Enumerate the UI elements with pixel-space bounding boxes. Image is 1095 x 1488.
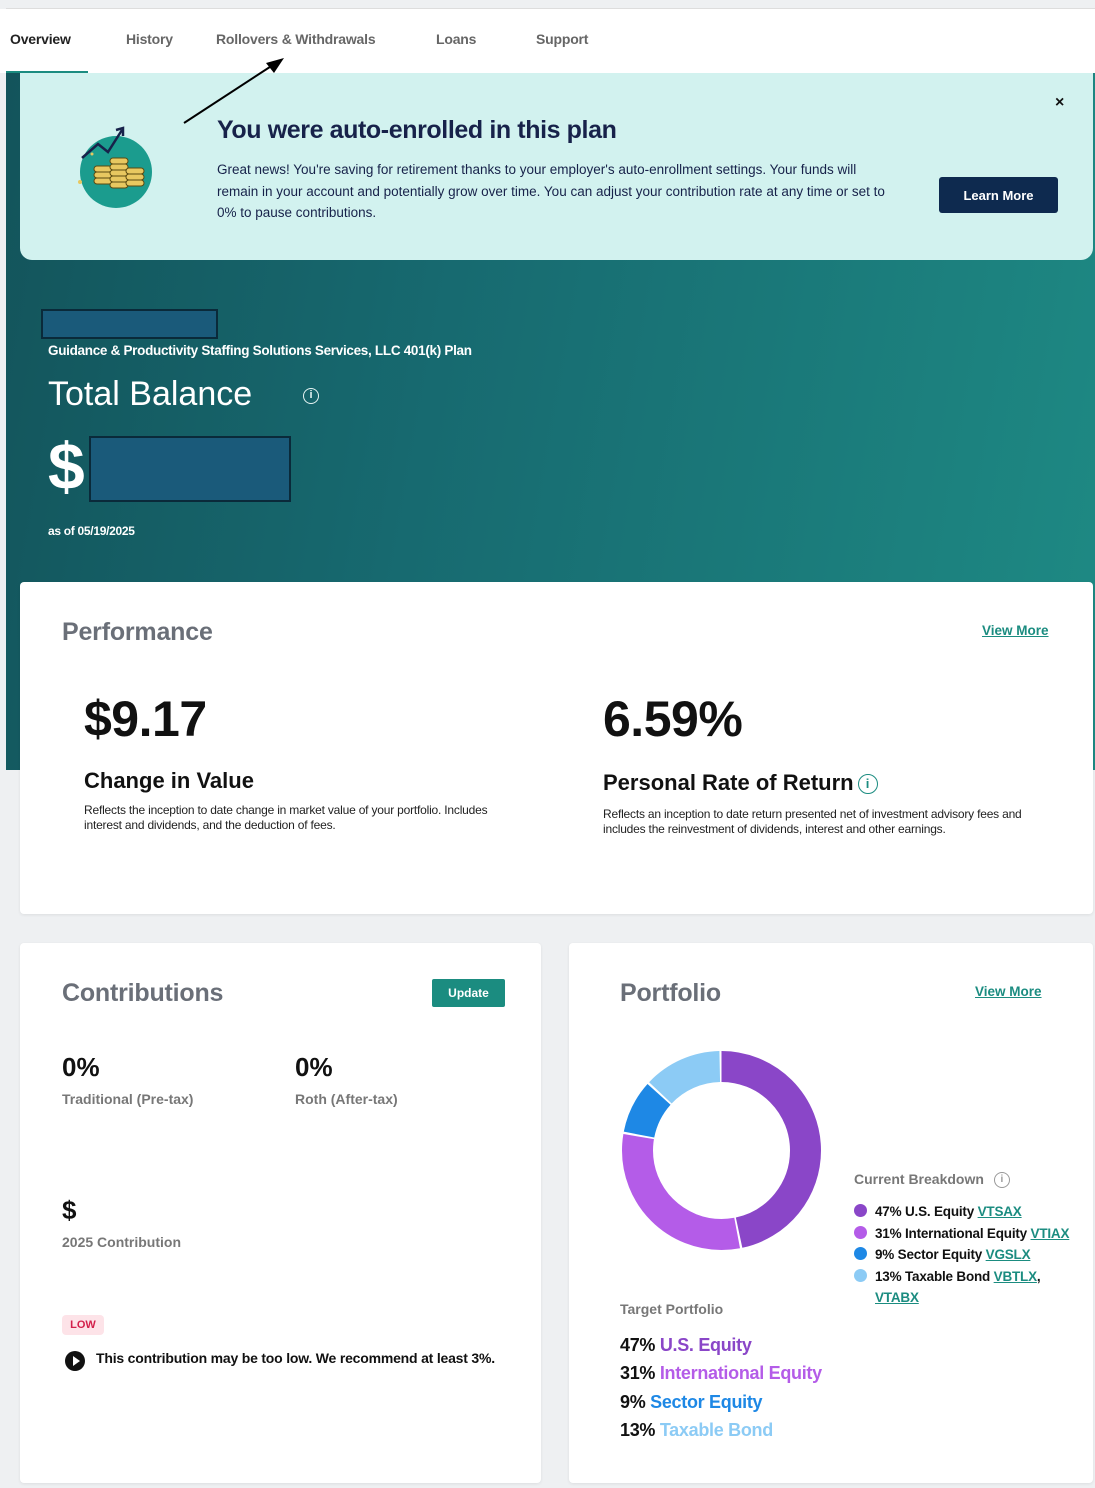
target-allocation-percent: 13% <box>620 1420 660 1440</box>
balance-currency-symbol: $ <box>48 429 85 503</box>
fund-ticker-link[interactable]: VTSAX <box>978 1204 1022 1219</box>
current-breakdown-label: Current Breakdown <box>854 1171 984 1187</box>
learn-more-button[interactable]: Learn More <box>939 177 1058 213</box>
rate-of-return-heading: Personal Rate of Return i <box>603 770 878 796</box>
target-allocation-name: Sector Equity <box>650 1392 763 1412</box>
contributions-card: Contributions Update 0% Traditional (Pre… <box>20 943 541 1483</box>
legend-item: 13% Taxable Bond VBTLX, VTABX <box>854 1266 1074 1309</box>
tab-loans[interactable]: Loans <box>436 31 476 47</box>
target-allocation-row: 47% U.S. Equity <box>620 1335 752 1356</box>
target-allocation-percent: 31% <box>620 1363 660 1383</box>
total-balance-label: Total Balance <box>48 375 253 413</box>
target-allocation-name: U.S. Equity <box>659 1335 752 1355</box>
portfolio-title: Portfolio <box>620 979 721 1007</box>
performance-view-more-link[interactable]: View More <box>982 623 1049 638</box>
portfolio-view-more-link[interactable]: View More <box>975 984 1042 999</box>
legend-dot-icon <box>854 1225 867 1239</box>
legend-item: 31% International Equity VTIAX <box>854 1223 1074 1245</box>
fund-ticker-link[interactable]: VGSLX <box>986 1247 1031 1262</box>
annotation-arrow-icon <box>183 58 284 124</box>
traditional-label: Traditional (Pre-tax) <box>62 1091 194 1107</box>
performance-title: Performance <box>62 618 213 646</box>
ticker-separator: , <box>1036 1268 1041 1284</box>
legend-dot-icon <box>854 1247 867 1260</box>
as-of-date: as of 05/19/2025 <box>48 524 135 538</box>
traditional-percent: 0% <box>62 1052 100 1082</box>
close-icon[interactable]: × <box>1055 94 1064 112</box>
change-in-value-label: Change in Value <box>84 768 254 793</box>
alert-arrow-icon <box>65 1351 85 1371</box>
performance-card: Performance View More $9.17 Change in Va… <box>20 582 1093 914</box>
low-status-badge: LOW <box>62 1315 104 1335</box>
legend-dot-icon <box>854 1204 867 1217</box>
rate-of-return-value: 6.59% <box>603 691 743 747</box>
info-icon[interactable]: i <box>993 1172 1010 1189</box>
legend-label: 9% Sector Equity <box>875 1247 986 1262</box>
target-allocation-row: 9% Sector Equity <box>620 1392 763 1413</box>
fund-ticker-link[interactable]: VTIAX <box>1031 1226 1070 1241</box>
rate-of-return-label: Personal Rate of Return <box>603 770 854 795</box>
top-navigation: Overview History Rollovers & Withdrawals… <box>0 9 1095 74</box>
target-allocation-name: International Equity <box>659 1363 822 1383</box>
portfolio-donut-chart <box>622 1051 821 1250</box>
target-allocation-row: 13% Taxable Bond <box>620 1420 773 1441</box>
target-allocation-percent: 9% <box>620 1392 651 1412</box>
legend-label: 31% International Equity <box>875 1225 1031 1241</box>
fund-ticker-link[interactable]: VBTLX <box>994 1269 1037 1284</box>
redacted-balance <box>89 436 291 502</box>
target-portfolio-label: Target Portfolio <box>620 1301 724 1317</box>
info-icon[interactable]: i <box>857 774 878 795</box>
target-allocation-name: Taxable Bond <box>659 1420 773 1440</box>
redacted-block <box>41 309 218 339</box>
update-contributions-button[interactable]: Update <box>432 979 505 1007</box>
target-allocation-percent: 47% <box>620 1335 660 1355</box>
legend-dot-icon <box>854 1268 867 1282</box>
contribution-warning: This contribution may be too low. We rec… <box>96 1350 495 1366</box>
portfolio-card: Portfolio View More Current Breakdown i 4… <box>569 943 1093 1483</box>
change-in-value-amount: $9.17 <box>84 691 207 747</box>
coins-growth-icon <box>78 126 152 208</box>
target-allocation-row: 31% International Equity <box>620 1363 822 1384</box>
legend-label: 47% U.S. Equity <box>875 1204 978 1219</box>
legend-item: 47% U.S. Equity VTSAX <box>854 1201 1074 1223</box>
info-icon[interactable]: i <box>303 388 319 404</box>
breakdown-legend: 47% U.S. Equity VTSAX 31% International E… <box>854 1201 1074 1309</box>
current-breakdown-heading: Current Breakdown i <box>854 1171 1010 1189</box>
ytd-contribution-amount: $ <box>62 1195 77 1225</box>
tab-overview[interactable]: Overview <box>10 31 71 47</box>
plan-name: Guidance & Productivity Staffing Solutio… <box>48 343 472 358</box>
fund-ticker-link[interactable]: VTABX <box>875 1290 919 1305</box>
roth-label: Roth (After-tax) <box>295 1091 398 1107</box>
legend-label: 13% Taxable Bond <box>875 1268 994 1284</box>
roth-percent: 0% <box>295 1052 333 1082</box>
change-in-value-description: Reflects the inception to date change in… <box>84 803 488 832</box>
contributions-title: Contributions <box>62 979 224 1007</box>
rate-of-return-description: Reflects an inception to date return pre… <box>603 807 1022 836</box>
tab-support[interactable]: Support <box>536 31 588 47</box>
banner-message: Great news! You're saving for retirement… <box>217 162 885 220</box>
tab-history[interactable]: History <box>126 31 173 47</box>
ytd-contribution-label: 2025 Contribution <box>62 1234 182 1250</box>
legend-item: 9% Sector Equity VGSLX <box>854 1244 1074 1266</box>
tab-rollovers-withdrawals[interactable]: Rollovers & Withdrawals <box>216 31 376 47</box>
